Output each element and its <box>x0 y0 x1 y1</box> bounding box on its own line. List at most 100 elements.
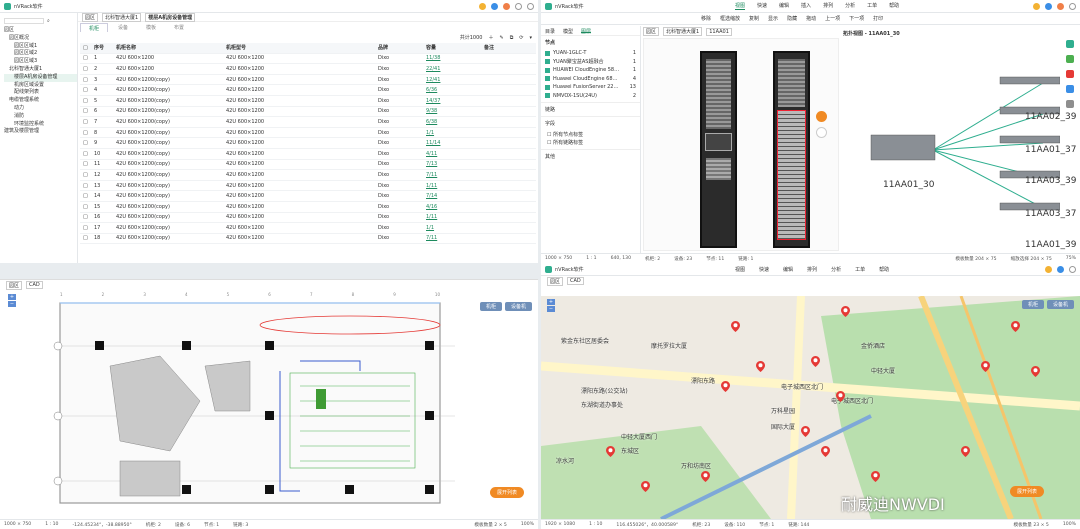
table-row[interactable]: □ 2 42U 600×1200 42U 600×1200 Dixo 22/41 <box>80 64 536 75</box>
menu-item[interactable]: 快速 <box>757 2 767 10</box>
node-switch[interactable] <box>999 135 1060 144</box>
row-checkbox[interactable]: □ <box>80 119 94 125</box>
tree-item[interactable]: 园区区域3 <box>4 58 77 66</box>
patch-panels[interactable] <box>778 59 805 107</box>
user-icon[interactable] <box>1069 265 1076 273</box>
table-row[interactable]: □ 7 42U 600×1200(copy) 42U 600×1200 Dixo 6/38 <box>80 117 536 128</box>
toolbar-button[interactable]: 复制 <box>749 15 759 22</box>
row-checkbox[interactable]: □ <box>80 172 94 178</box>
tree-item[interactable]: 北科智通大厦1 <box>4 66 77 74</box>
table-row[interactable]: □ 3 42U 600×1200(copy) 42U 600×1200 Dixo 12/4… <box>80 75 536 86</box>
menu-item[interactable]: 排列 <box>807 266 817 273</box>
table-row[interactable]: □ 12 42U 600×1200(copy) 42U 600×1200 Dixo 7/1… <box>80 170 536 181</box>
menu-item[interactable]: 分析 <box>845 2 855 10</box>
switch-units[interactable] <box>706 158 731 180</box>
toolbar-button[interactable]: 显示 <box>768 15 778 22</box>
location-pin-icon[interactable] <box>641 481 650 492</box>
user-icon[interactable] <box>1069 2 1076 10</box>
location-pin-icon[interactable] <box>811 356 820 367</box>
zoom-out-icon[interactable]: − <box>547 306 555 312</box>
tree-item[interactable]: 建筑及楼层管理 <box>4 128 77 136</box>
tree-item[interactable]: 配线架列表 <box>4 89 77 97</box>
capacity-link[interactable]: 11/14 <box>426 140 484 146</box>
tool-icon[interactable] <box>1066 100 1074 108</box>
toolbar-button[interactable]: 移除 <box>701 15 711 22</box>
row-checkbox[interactable]: □ <box>80 183 94 189</box>
tree-search-input[interactable] <box>4 17 44 24</box>
map-canvas[interactable]: 紫金东社区居委会 摩托罗拉大厦 漂阳东路 电子城西区北门 中轻大厦 金侨酒店 漂阳东路(公交… <box>541 296 1080 519</box>
device-layer-item[interactable]: YUAN聚宝盆AS超融合 1 <box>541 58 640 67</box>
rack-right[interactable] <box>773 51 810 248</box>
menu-item[interactable]: 分析 <box>831 266 841 273</box>
cad-drawing[interactable] <box>0 291 538 519</box>
row-checkbox[interactable]: □ <box>80 66 94 72</box>
section-fields[interactable]: 字段 <box>541 116 640 130</box>
tab-template[interactable]: 模板 <box>138 23 164 32</box>
table-row[interactable]: □ 11 42U 600×1200(copy) 42U 600×1200 Dixo 7/1… <box>80 160 536 171</box>
table-row[interactable]: □ 5 42U 600×1200(copy) 42U 600×1200 Dixo 14/3… <box>80 96 536 107</box>
select-all-checkbox[interactable]: □ <box>80 45 94 51</box>
tree-item[interactable]: 动力 <box>4 105 77 113</box>
notification-icon[interactable] <box>479 2 486 10</box>
copy-icon[interactable]: ⧉ <box>510 35 514 41</box>
section-other[interactable]: 其他 <box>541 149 640 163</box>
add-icon[interactable]: ＋ <box>488 34 493 41</box>
breadcrumb-item-1[interactable]: 园区 <box>82 12 99 22</box>
node-switch[interactable] <box>999 76 1060 85</box>
table-row[interactable]: □ 6 42U 600×1200(copy) 42U 600×1200 Dixo 9/38 <box>80 107 536 118</box>
location-pin-icon[interactable] <box>1011 321 1020 332</box>
breadcrumb-item-1[interactable]: 园区 <box>6 280 23 290</box>
device-layer-item[interactable]: NMVOX-1SU(24U) 2 <box>541 92 640 101</box>
breadcrumb-item-1[interactable]: 园区 <box>643 27 660 36</box>
toolbar-button[interactable]: 拖动 <box>806 15 816 22</box>
tab-layout[interactable]: 布置 <box>166 23 192 32</box>
checked-checkbox-icon[interactable] <box>545 84 550 90</box>
capacity-link[interactable]: 7/11 <box>426 172 484 178</box>
menu-item[interactable]: 帮助 <box>889 2 899 10</box>
menu-item[interactable]: 编辑 <box>779 2 789 10</box>
checked-checkbox-icon[interactable] <box>545 50 550 56</box>
menu-item[interactable]: 插入 <box>801 2 811 10</box>
device-layer-item[interactable]: Huawei CloudEngine 68… 4 <box>541 75 640 84</box>
row-checkbox[interactable]: □ <box>80 193 94 199</box>
device-layer-item[interactable]: Huawei FusionServer 22… 13 <box>541 83 640 92</box>
selected-server-stack[interactable] <box>777 110 806 240</box>
toolbar-button[interactable]: 上一项 <box>825 15 840 22</box>
toolbar-button[interactable]: 打印 <box>873 15 883 22</box>
tool-icon[interactable] <box>1066 55 1074 63</box>
search-icon[interactable]: ⌕ <box>47 18 50 24</box>
device-layer-item[interactable]: HUAWEI CloudEngine 58… 1 <box>541 66 640 75</box>
tree-item[interactable]: 消防 <box>4 113 77 121</box>
refresh-icon[interactable]: ⟳ <box>519 35 523 41</box>
cabinet-button[interactable]: 机柜 <box>1021 300 1044 309</box>
info-icon[interactable] <box>491 2 498 10</box>
checked-checkbox-icon[interactable] <box>545 59 550 65</box>
capacity-link[interactable]: 7/11 <box>426 235 484 241</box>
device-layer-item[interactable]: YUAN-1GLC-T 1 <box>541 49 640 58</box>
location-pin-icon[interactable] <box>1031 366 1040 377</box>
tab-catalog[interactable]: 目录 <box>545 28 555 35</box>
tree-item[interactable]: 电缆管理系统 <box>4 97 77 105</box>
table-row[interactable]: □ 10 42U 600×1200(copy) 42U 600×1200 Dixo 4/1… <box>80 149 536 160</box>
location-pin-icon[interactable] <box>821 446 830 457</box>
tool-icon[interactable] <box>1066 40 1074 48</box>
location-pin-icon[interactable] <box>606 446 615 457</box>
row-checkbox[interactable]: □ <box>80 55 94 61</box>
location-pin-icon[interactable] <box>871 471 880 482</box>
location-pin-icon[interactable] <box>841 306 850 317</box>
breadcrumb-item-2[interactable]: CAD <box>26 281 43 289</box>
field-link-labels[interactable]: ☐ 所有链路标签 <box>541 138 640 146</box>
toolbar-button[interactable]: 下一项 <box>849 15 864 22</box>
row-checkbox[interactable]: □ <box>80 225 94 231</box>
toolbar-button[interactable]: 隐藏 <box>787 15 797 22</box>
section-nodes[interactable]: 节点 <box>541 36 640 49</box>
info-icon[interactable] <box>1045 2 1052 10</box>
rack-left[interactable] <box>700 51 737 248</box>
node-server[interactable] <box>870 134 936 161</box>
zoom-in-icon[interactable]: + <box>547 299 555 305</box>
user-icon[interactable] <box>527 2 534 10</box>
menu-item[interactable]: 视图 <box>735 266 745 273</box>
location-pin-icon[interactable] <box>836 391 845 402</box>
tab-equipment[interactable]: 设备 <box>110 23 136 32</box>
capacity-link[interactable]: 1/1 <box>426 130 484 136</box>
